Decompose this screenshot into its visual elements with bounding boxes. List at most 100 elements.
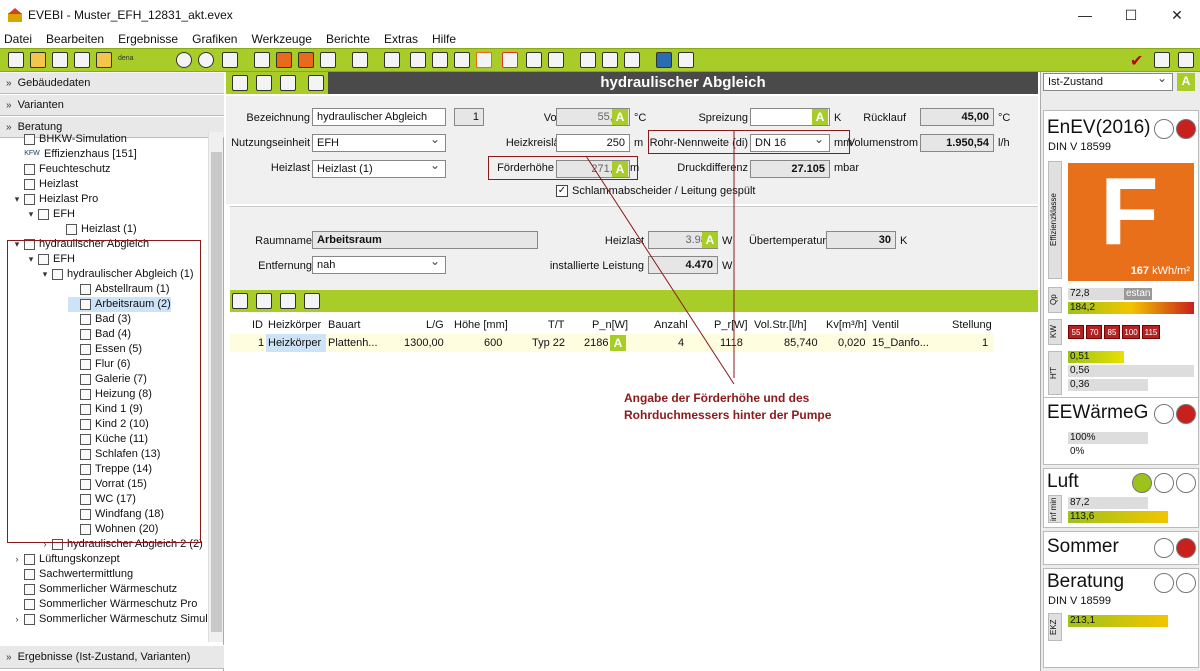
house-icon[interactable] (526, 52, 542, 68)
tree-item-label: Heizlast (1) (81, 223, 137, 235)
tree-item[interactable]: ▾ Heizlast Pro (12, 192, 98, 207)
wizard-icon[interactable] (222, 52, 238, 68)
tree-item[interactable]: Feuchteschutz (12, 162, 111, 177)
menu-extras[interactable]: Extras (384, 32, 418, 46)
tree-node-icon (24, 569, 35, 580)
calc-icon[interactable] (276, 52, 292, 68)
lightning-icon[interactable] (502, 52, 518, 68)
menu-hilfe[interactable]: Hilfe (432, 32, 456, 46)
heizlast-icon[interactable] (410, 52, 426, 68)
tree-item[interactable]: Sommerlicher Wärmeschutz (12, 582, 177, 597)
sum-icon[interactable] (298, 52, 314, 68)
doc-icon[interactable] (432, 52, 448, 68)
save-icon[interactable] (52, 52, 68, 68)
beratung-standard: DIN V 18599 (1048, 595, 1111, 607)
window-icon[interactable] (624, 52, 640, 68)
luft-circle-1 (1132, 473, 1152, 493)
luft-tab: inf min (1048, 495, 1062, 523)
stats-icon[interactable] (1178, 52, 1194, 68)
expand-toggle-icon[interactable]: ▾ (26, 207, 36, 222)
tree-item[interactable]: KFW Effizienzhaus [151] (12, 147, 137, 162)
state-badge: A (1177, 73, 1195, 91)
tree-scrollbar[interactable] (208, 132, 223, 642)
tree-item[interactable]: Heizlast (1) (54, 222, 137, 237)
ht-bar-2: 0,56 (1068, 365, 1194, 377)
print-setup-icon[interactable] (602, 52, 618, 68)
beratung-title: Beratung (1047, 571, 1125, 592)
menu-ergebnisse[interactable]: Ergebnisse (118, 32, 178, 46)
tree-item[interactable]: › Lüftungskonzept (12, 552, 120, 567)
ekz-bar: 213,1 (1068, 615, 1168, 627)
ewg-bar-1: 100% (1068, 432, 1148, 444)
app-house-icon (8, 8, 22, 22)
save-as-icon[interactable] (74, 52, 90, 68)
tree-item-label: Sachwertermittlung (39, 568, 134, 580)
sun-icon[interactable] (476, 52, 492, 68)
tree-item-label: Heizlast (39, 178, 79, 190)
section-gebaeudedaten[interactable]: » Gebäudedaten (0, 72, 224, 94)
beratung-panel: Beratung DIN V 18599 EKZ 213,1 (1043, 568, 1199, 668)
export-folder-icon[interactable] (96, 52, 112, 68)
report-icon[interactable] (254, 52, 270, 68)
luft-bar-1: 87,2 (1068, 497, 1148, 509)
tree-item[interactable]: › Sommerlicher Wärmeschutz Simulation (12, 612, 208, 627)
section-ergebnisse[interactable]: » Ergebnisse (Ist-Zustand, Varianten) (0, 645, 224, 669)
tree-node-icon (24, 179, 35, 190)
chart-icon[interactable] (320, 52, 336, 68)
luft-title: Luft (1047, 471, 1079, 492)
section-varianten[interactable]: » Varianten (0, 94, 224, 116)
tree-item-label: Lüftungskonzept (39, 553, 120, 565)
tree-item[interactable]: ▾ EFH (26, 207, 75, 222)
menu-grafiken[interactable]: Grafiken (192, 32, 237, 46)
tree-node-icon (24, 554, 35, 565)
sidebar: » Gebäudedaten » Varianten » Beratung BHKW-… (0, 72, 224, 671)
info-icon[interactable] (678, 52, 694, 68)
expand-toggle-icon[interactable]: › (12, 612, 22, 627)
menu-bearbeiten[interactable]: Bearbeiten (46, 32, 104, 46)
sommer-circle-1 (1154, 538, 1174, 558)
tree-item[interactable]: Sommerlicher Wärmeschutz Pro (12, 597, 197, 612)
undo-icon[interactable] (176, 52, 192, 68)
beratung-circle-2 (1176, 573, 1196, 593)
check-icon[interactable]: ✔ (1130, 51, 1143, 71)
tree-item-label: BHKW-Simulation (39, 133, 127, 145)
step-icon[interactable] (1154, 52, 1170, 68)
table-icon[interactable] (454, 52, 470, 68)
expand-toggle-icon[interactable]: ▾ (12, 192, 22, 207)
window-title: EVEBI - Muster_EFH_12831_akt.evex (28, 8, 233, 22)
tree-item[interactable]: BHKW-Simulation (12, 132, 127, 147)
help-icon[interactable] (656, 52, 672, 68)
tree-icon[interactable] (384, 52, 400, 68)
stack-icon[interactable] (548, 52, 564, 68)
eewaermeg-panel: EEWärmeG 100% 0% (1043, 397, 1199, 465)
print-icon[interactable] (580, 52, 596, 68)
new-file-icon[interactable] (8, 52, 24, 68)
redo-icon[interactable] (198, 52, 214, 68)
expand-toggle-icon[interactable]: › (12, 552, 22, 567)
eewaermeg-title: EEWärmeG (1047, 402, 1149, 423)
minimize-button[interactable]: — (1062, 0, 1108, 30)
close-button[interactable]: ✕ (1154, 0, 1200, 30)
luft-bar-2: 113,6 (1068, 511, 1168, 523)
menu-berichte[interactable]: Berichte (326, 32, 370, 46)
menu-werkzeuge[interactable]: Werkzeuge (251, 32, 311, 46)
tree-item-label: Feuchteschutz (39, 163, 111, 175)
ht-bar-1: 0,51 (1068, 351, 1124, 363)
dena-icon[interactable]: dena (118, 55, 134, 62)
luft-circle-2 (1154, 473, 1174, 493)
tree-item[interactable]: Sachwertermittlung (12, 567, 133, 582)
tree-item-label: Effizienzhaus [151] (44, 148, 137, 160)
tree-item[interactable]: Heizlast (12, 177, 78, 192)
tree-item-label: Sommerlicher Wärmeschutz Pro (39, 598, 198, 610)
tree-node-icon (24, 599, 35, 610)
open-folder-icon[interactable] (30, 52, 46, 68)
scrollbar-thumb[interactable] (211, 152, 222, 632)
class-value-unit: kWh/m² (1152, 265, 1190, 277)
state-select[interactable]: Ist-Zustand (1043, 73, 1173, 91)
maximize-button[interactable]: ☐ (1108, 0, 1154, 30)
menu-datei[interactable]: Datei (4, 32, 32, 46)
enev-circle-1 (1154, 119, 1174, 139)
tree-node-icon (66, 224, 77, 235)
grid-icon[interactable] (352, 52, 368, 68)
enev-panel: EnEV(2016) DIN V 18599 Effizienzklasse F… (1043, 110, 1199, 444)
